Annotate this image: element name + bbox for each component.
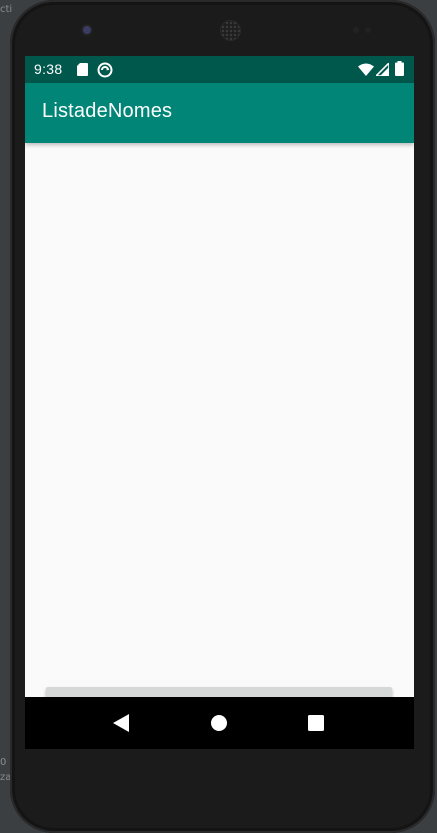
navigation-bar [25, 697, 414, 749]
back-button[interactable] [97, 697, 145, 749]
sync-icon [97, 62, 113, 83]
app-title: ListadeNomes [42, 100, 173, 122]
home-icon [211, 715, 227, 731]
app-bar: ListadeNomes [25, 83, 414, 143]
ide-edge-text: cti [0, 4, 13, 15]
battery-icon [395, 61, 404, 81]
device-screen: 9:38 ListadeNomes [25, 56, 414, 749]
cell-signal-icon [374, 61, 390, 81]
proximity-sensor [353, 27, 359, 33]
status-time: 9:38 [34, 61, 63, 77]
status-bar: 9:38 [25, 56, 414, 83]
light-sensor [365, 27, 371, 33]
main-content: NOVO CADASTRO [25, 143, 414, 725]
recents-button[interactable] [292, 697, 340, 749]
recents-icon [308, 715, 324, 731]
sd-card-icon [77, 63, 88, 81]
home-button[interactable] [195, 697, 243, 749]
ide-edge-text: 0 [0, 757, 7, 768]
wifi-icon [358, 63, 374, 81]
back-icon [113, 714, 129, 732]
front-camera [83, 26, 91, 34]
earpiece-speaker [221, 21, 240, 40]
